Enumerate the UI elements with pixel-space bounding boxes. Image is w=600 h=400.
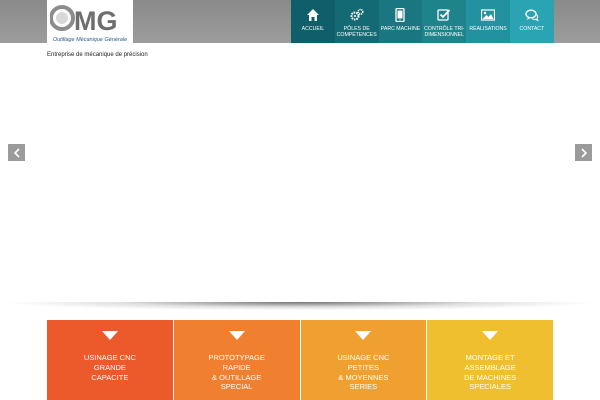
nav-item-poles[interactable]: PÔLES DE COMPÉTENCES xyxy=(334,0,379,43)
nav-item-label: CONTRÔLE TRI- DIMENSIONNEL xyxy=(424,26,465,39)
main-nav: ACCUEIL PÔLES DE COMPÉTENCES PARC MACHINE C… xyxy=(291,0,554,43)
chevron-right-icon xyxy=(580,147,587,158)
tagline: Entreprise de mécanique de précision xyxy=(47,52,148,58)
triangle-down-icon xyxy=(101,331,118,340)
nav-item-label: CONTACT xyxy=(519,26,545,32)
service-card-label: MONTAGE ET ASSEMBLAGE DE MACHINES SPECIA… xyxy=(464,353,517,392)
slider-prev-button[interactable] xyxy=(8,144,25,161)
chevron-left-icon xyxy=(13,147,20,158)
service-card[interactable]: USINAGE CNC GRANDE CAPACITE xyxy=(47,320,173,400)
triangle-down-icon xyxy=(355,331,372,340)
triangle-down-icon xyxy=(482,331,499,340)
service-card[interactable]: PROTOTYPAGE RAPIDE & OUTILLAGE SPECIAL xyxy=(173,320,300,400)
nav-item-accueil[interactable]: ACCUEIL xyxy=(291,0,335,43)
tablet-icon xyxy=(393,8,407,22)
nav-item-realisations[interactable]: RÉALISATIONS xyxy=(466,0,510,43)
logo[interactable]: MG Outillage Mécanique Générale xyxy=(47,0,133,47)
service-card-label: USINAGE CNC GRANDE CAPACITE xyxy=(83,353,136,382)
chat-icon xyxy=(525,8,539,22)
service-card-label: USINAGE CNC PETITES & MOYENNES SERIES xyxy=(337,353,390,392)
gears-icon xyxy=(350,8,364,22)
slider-shadow xyxy=(0,302,600,316)
svg-text:MG: MG xyxy=(74,6,118,35)
service-card-label: PROTOTYPAGE RAPIDE & OUTILLAGE SPECIAL xyxy=(208,353,265,392)
nav-item-controle[interactable]: CONTRÔLE TRI- DIMENSIONNEL xyxy=(422,0,467,43)
image-icon xyxy=(481,8,496,22)
nav-item-label: PÔLES DE COMPÉTENCES xyxy=(336,26,377,39)
home-icon xyxy=(306,8,320,22)
nav-item-label: ACCUEIL xyxy=(301,26,325,32)
service-card[interactable]: MONTAGE ET ASSEMBLAGE DE MACHINES SPECIA… xyxy=(427,320,553,400)
service-card[interactable]: USINAGE CNC PETITES & MOYENNES SERIES xyxy=(300,320,427,400)
checkbox-icon xyxy=(437,8,451,22)
nav-item-label: PARC MACHINE xyxy=(380,26,421,32)
triangle-down-icon xyxy=(228,331,245,340)
service-cards: USINAGE CNC GRANDE CAPACITE PROTOTYPAGE R… xyxy=(47,320,553,400)
slider-next-button[interactable] xyxy=(575,144,592,161)
nav-item-label: RÉALISATIONS xyxy=(469,26,507,32)
omg-logo-mark: MG xyxy=(50,5,118,35)
nav-item-contact[interactable]: CONTACT xyxy=(509,0,554,43)
nav-item-parc[interactable]: PARC MACHINE xyxy=(378,0,423,43)
logo-subtitle: Outillage Mécanique Générale xyxy=(52,37,128,43)
